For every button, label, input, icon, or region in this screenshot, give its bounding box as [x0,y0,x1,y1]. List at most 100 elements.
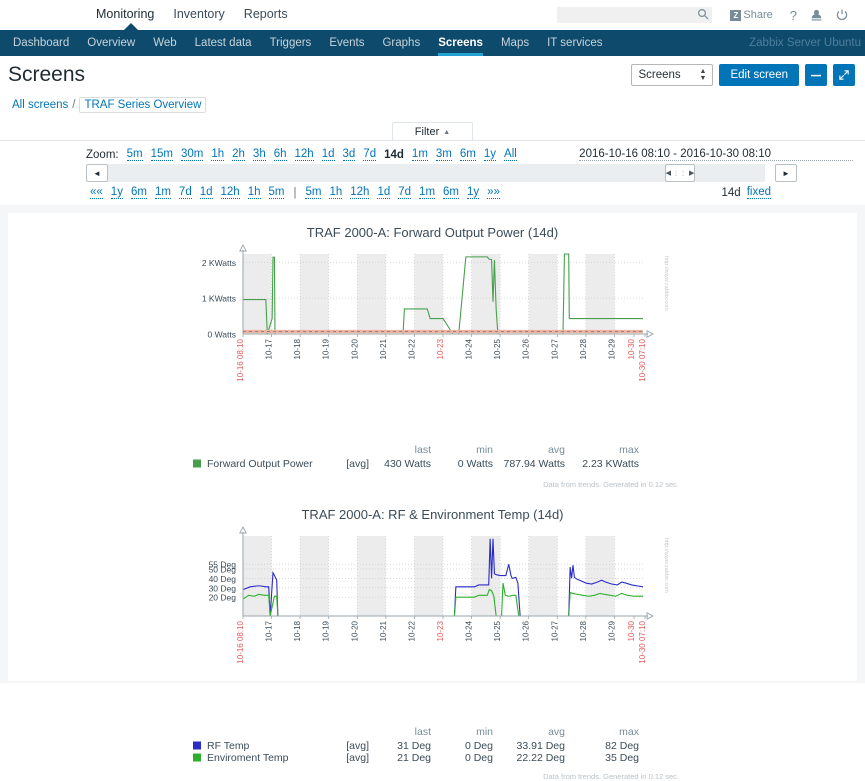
zoom-option-7d[interactable]: 7d [363,148,377,161]
svg-text:10-17: 10-17 [264,338,273,359]
expand-icon [839,70,849,80]
topnav-item-inventory[interactable]: Inventory [173,0,235,22]
nav-back-1y[interactable]: 1y [110,186,123,199]
nav-label-graphs: Graphs [382,37,421,49]
search-icon[interactable] [697,8,709,23]
zoom-option-12h[interactable]: 12h [294,148,314,161]
nav-fwd-6m[interactable]: 6m [443,186,460,199]
svg-text:10-30: 10-30 [627,620,636,641]
handle-left-arrow-icon: ◀ [665,170,671,177]
server-name-label: Zabbix Server Ubuntu [749,37,861,49]
zoom-option-6m[interactable]: 6m [459,148,476,161]
breadcrumb-current[interactable]: TRAF Series Overview [79,97,207,113]
svg-text:RF Temp: RF Temp [207,740,250,752]
graph-canvas[interactable]: 20 Deg30 Deg40 Deg50 Deg55 Deg10-16 08:1… [183,524,683,724]
nav-fwd-1d[interactable]: 1d [377,186,391,199]
time-scroll-track[interactable]: ◀ ⋮⋮ ▶ [108,164,765,182]
zoom-option-15m[interactable]: 15m [150,148,173,161]
nav-item-web[interactable]: Web [144,30,185,56]
help-icon[interactable]: ? [790,8,797,23]
time-period-label[interactable]: 2016-10-16 08:10 - 2016-10-30 08:10 [579,148,853,161]
svg-text:http://www.zabbix.com: http://www.zabbix.com [663,256,669,311]
zoom-option-3h[interactable]: 3h [252,148,266,161]
nav-item-events[interactable]: Events [320,30,373,56]
svg-text:0 Watts: 0 Watts [457,458,492,470]
nav-label-events: Events [329,37,365,49]
svg-text:10-24: 10-24 [464,620,473,641]
graph-legend-wrap: last min avg max Forward Output Power [avg] 43… [8,442,857,480]
svg-text:0 Watts: 0 Watts [207,330,236,340]
svg-text:10-16 08:10: 10-16 08:10 [236,338,245,381]
graph-forward-output-power: TRAF 2000-A: Forward Output Power (14d) … [8,219,857,489]
nav-label-triggers: Triggers [269,37,312,49]
fullscreen-button[interactable] [833,64,855,86]
time-scroll-handle[interactable]: ◀ ⋮⋮ ▶ [665,164,695,182]
zoom-option-1d[interactable]: 1d [321,148,335,161]
nav-fwd-7d[interactable]: 7d [398,186,412,199]
nav-item-graphs[interactable]: Graphs [373,30,429,56]
nav-back-1d[interactable]: 1d [199,186,213,199]
nav-back-1h[interactable]: 1h [247,186,261,199]
screen-type-select[interactable]: Screens ▲ ▼ [631,64,714,86]
search-box[interactable] [557,7,713,23]
graph-canvas[interactable]: 0 Watts 1 KWatts 2 KWatts 10-16 08:10 10-17 1… [183,242,683,442]
edit-screen-button[interactable]: Edit screen [719,64,799,86]
zoom-option-6h[interactable]: 6h [273,148,287,161]
breadcrumb-all-screens[interactable]: All screens [12,99,68,111]
svg-text:10-23: 10-23 [436,620,445,641]
svg-text:10-19: 10-19 [321,620,330,641]
nav-fwd-all[interactable]: »» [487,186,500,199]
zoom-option-1h[interactable]: 1h [211,148,225,161]
svg-text:10-28: 10-28 [578,620,587,641]
graph-legend-wrap: last min avg max RF Temp [avg] 31 Deg 0 Deg 33.9… [8,724,857,772]
chevron-updown-icon: ▲ ▼ [699,68,707,82]
svg-text:30 Deg: 30 Deg [208,583,236,593]
nav-back-6m[interactable]: 6m [130,186,147,199]
scroll-left-button[interactable]: ◄ [86,164,108,182]
svg-text:Enviroment Temp: Enviroment Temp [207,752,289,764]
nav-item-dashboard[interactable]: Dashboard [4,30,78,56]
grip-dots-icon: ⋮⋮ [673,170,687,177]
zoom-option-30m[interactable]: 30m [180,148,204,161]
time-nav-links: «« 1y 6m 1m 7d 1d 12h 1h 5m | 5m 1h 12h … [74,182,865,205]
zoom-option-1m[interactable]: 1m [411,148,428,161]
nav-fwd-1h[interactable]: 1h [329,186,343,199]
nav-fwd-12h[interactable]: 12h [350,186,370,199]
zoom-option-all[interactable]: All [504,148,517,161]
zoom-option-3m[interactable]: 3m [435,148,452,161]
nav-fwd-1m[interactable]: 1m [419,186,436,199]
top-header: Monitoring Inventory Reports Z Share ? [0,0,865,30]
nav-fwd-5m[interactable]: 5m [305,186,322,199]
topnav-item-monitoring[interactable]: Monitoring [96,0,165,22]
zoom-option-2h[interactable]: 2h [232,148,245,161]
page-title: Screens [8,63,86,86]
zoom-option-5m[interactable]: 5m [126,148,143,161]
nav-item-maps[interactable]: Maps [492,30,538,56]
topnav-item-reports[interactable]: Reports [244,0,299,22]
nav-item-it-services[interactable]: IT services [538,30,611,56]
zoom-option-3d[interactable]: 3d [342,148,356,161]
zoom-option-14d[interactable]: 14d [384,149,404,161]
search-input[interactable] [557,7,713,23]
nav-fwd-1y[interactable]: 1y [467,186,480,199]
nav-item-triggers[interactable]: Triggers [261,30,321,56]
svg-text:10-22: 10-22 [407,338,416,359]
nav-back-7d[interactable]: 7d [178,186,192,199]
scroll-right-button[interactable]: ► [775,164,797,182]
fixed-toggle[interactable]: fixed [746,186,771,199]
topnav-label-monitoring: Monitoring [96,7,155,21]
share-button[interactable]: Z Share [730,9,773,21]
nav-item-screens[interactable]: Screens [429,30,492,56]
svg-text:avg: avg [548,726,565,738]
collapse-button[interactable] [805,64,827,86]
user-profile-icon[interactable] [811,9,822,21]
zoom-option-1y[interactable]: 1y [483,148,497,161]
filter-tab[interactable]: Filter ▲ [391,122,474,140]
nav-back-12h[interactable]: 12h [220,186,240,199]
nav-item-latest-data[interactable]: Latest data [186,30,261,56]
nav-item-overview[interactable]: Overview [78,30,144,56]
power-logout-icon[interactable] [836,9,848,21]
nav-back-5m[interactable]: 5m [268,186,285,199]
nav-back-1m[interactable]: 1m [154,186,171,199]
nav-back-all[interactable]: «« [90,186,103,199]
